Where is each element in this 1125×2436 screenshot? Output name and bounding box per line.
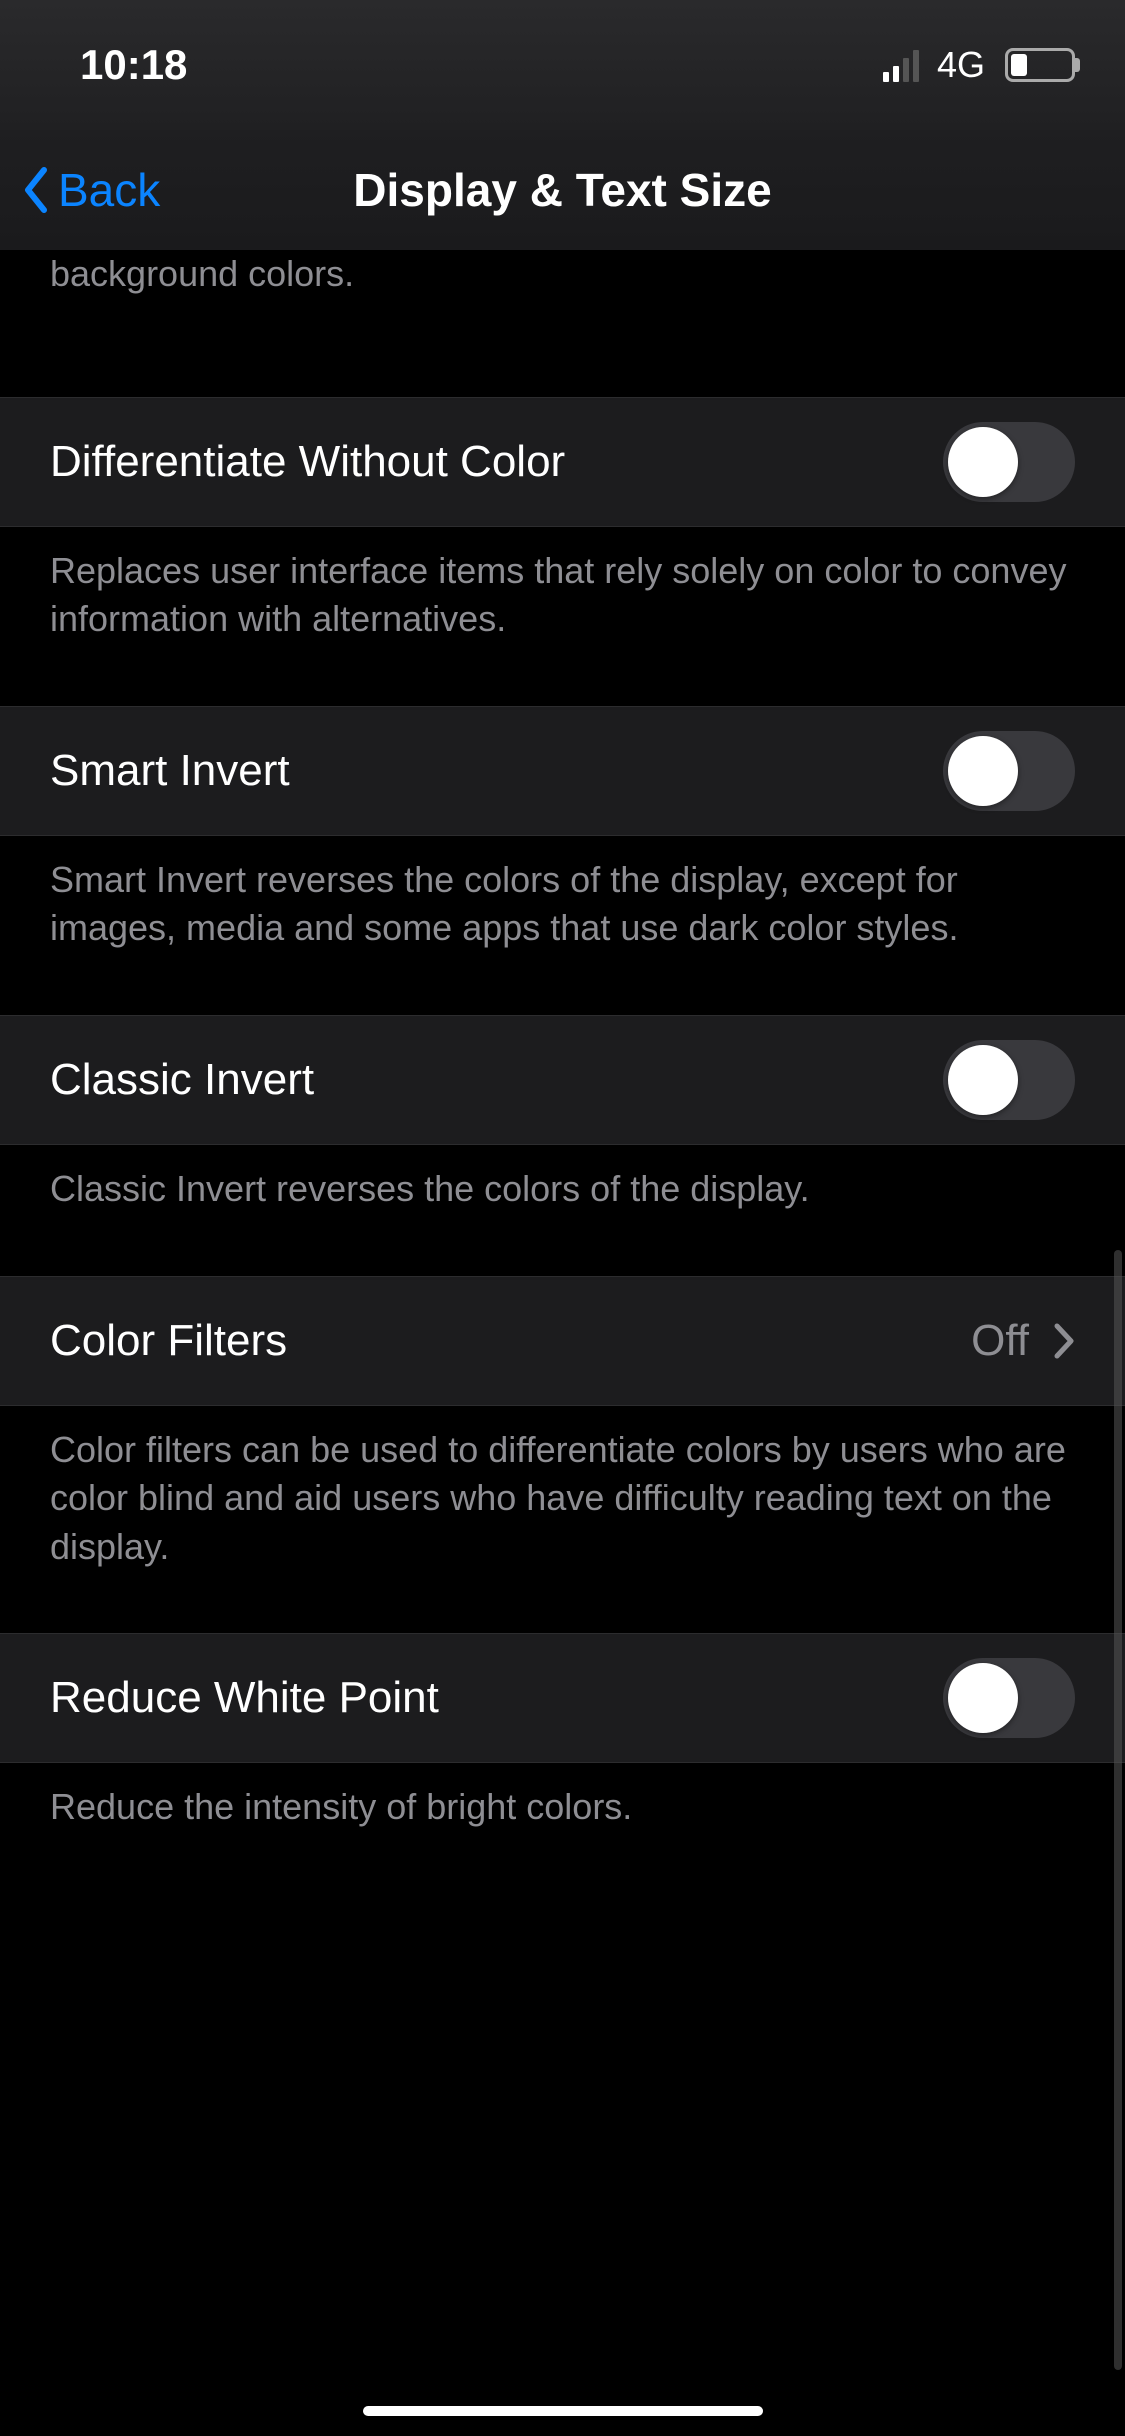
chevron-left-icon <box>20 166 50 214</box>
back-button[interactable]: Back <box>20 163 160 217</box>
toggle-smart-invert[interactable] <box>943 731 1075 811</box>
cell-smart-invert[interactable]: Smart Invert <box>0 706 1125 836</box>
footer-text: Reduce the intensity of bright colors. <box>0 1763 1125 1832</box>
cell-label: Reduce White Point <box>50 1673 439 1723</box>
section-reduce-white-point: Reduce White Point Reduce the intensity … <box>0 1633 1125 1832</box>
cellular-signal-icon <box>883 48 919 82</box>
cell-label: Differentiate Without Color <box>50 437 565 487</box>
back-label: Back <box>58 163 160 217</box>
navigation-bar: Back Display & Text Size <box>0 130 1125 250</box>
toggle-differentiate-without-color[interactable] <box>943 422 1075 502</box>
status-right: 4G <box>883 44 1075 86</box>
status-time: 10:18 <box>80 41 187 89</box>
section-smart-invert: Smart Invert Smart Invert reverses the c… <box>0 706 1125 953</box>
section-classic-invert: Classic Invert Classic Invert reverses t… <box>0 1015 1125 1214</box>
cell-differentiate-without-color[interactable]: Differentiate Without Color <box>0 397 1125 527</box>
cell-label: Smart Invert <box>50 746 290 796</box>
cell-classic-invert[interactable]: Classic Invert <box>0 1015 1125 1145</box>
toggle-reduce-white-point[interactable] <box>943 1658 1075 1738</box>
cell-label: Color Filters <box>50 1316 287 1366</box>
footer-text: Smart Invert reverses the colors of the … <box>0 836 1125 953</box>
footer-text: Color filters can be used to differentia… <box>0 1406 1125 1572</box>
cell-label: Classic Invert <box>50 1055 314 1105</box>
cell-color-filters[interactable]: Color Filters Off <box>0 1276 1125 1406</box>
scrollbar[interactable] <box>1114 1250 1122 2370</box>
section-differentiate-without-color: Differentiate Without Color Replaces use… <box>0 397 1125 644</box>
status-bar: 10:18 4G <box>0 0 1125 130</box>
settings-content[interactable]: background colors. Differentiate Without… <box>0 250 1125 1832</box>
page-title: Display & Text Size <box>353 163 771 217</box>
home-indicator[interactable] <box>363 2406 763 2416</box>
chevron-right-icon <box>1053 1322 1075 1360</box>
footer-text: Replaces user interface items that rely … <box>0 527 1125 644</box>
partial-footer-text: background colors. <box>0 250 1125 335</box>
cell-value: Off <box>971 1316 1029 1366</box>
section-color-filters: Color Filters Off Color filters can be u… <box>0 1276 1125 1572</box>
cell-reduce-white-point[interactable]: Reduce White Point <box>0 1633 1125 1763</box>
footer-text: Classic Invert reverses the colors of th… <box>0 1145 1125 1214</box>
battery-icon <box>1005 48 1075 82</box>
toggle-classic-invert[interactable] <box>943 1040 1075 1120</box>
network-label: 4G <box>937 44 985 86</box>
